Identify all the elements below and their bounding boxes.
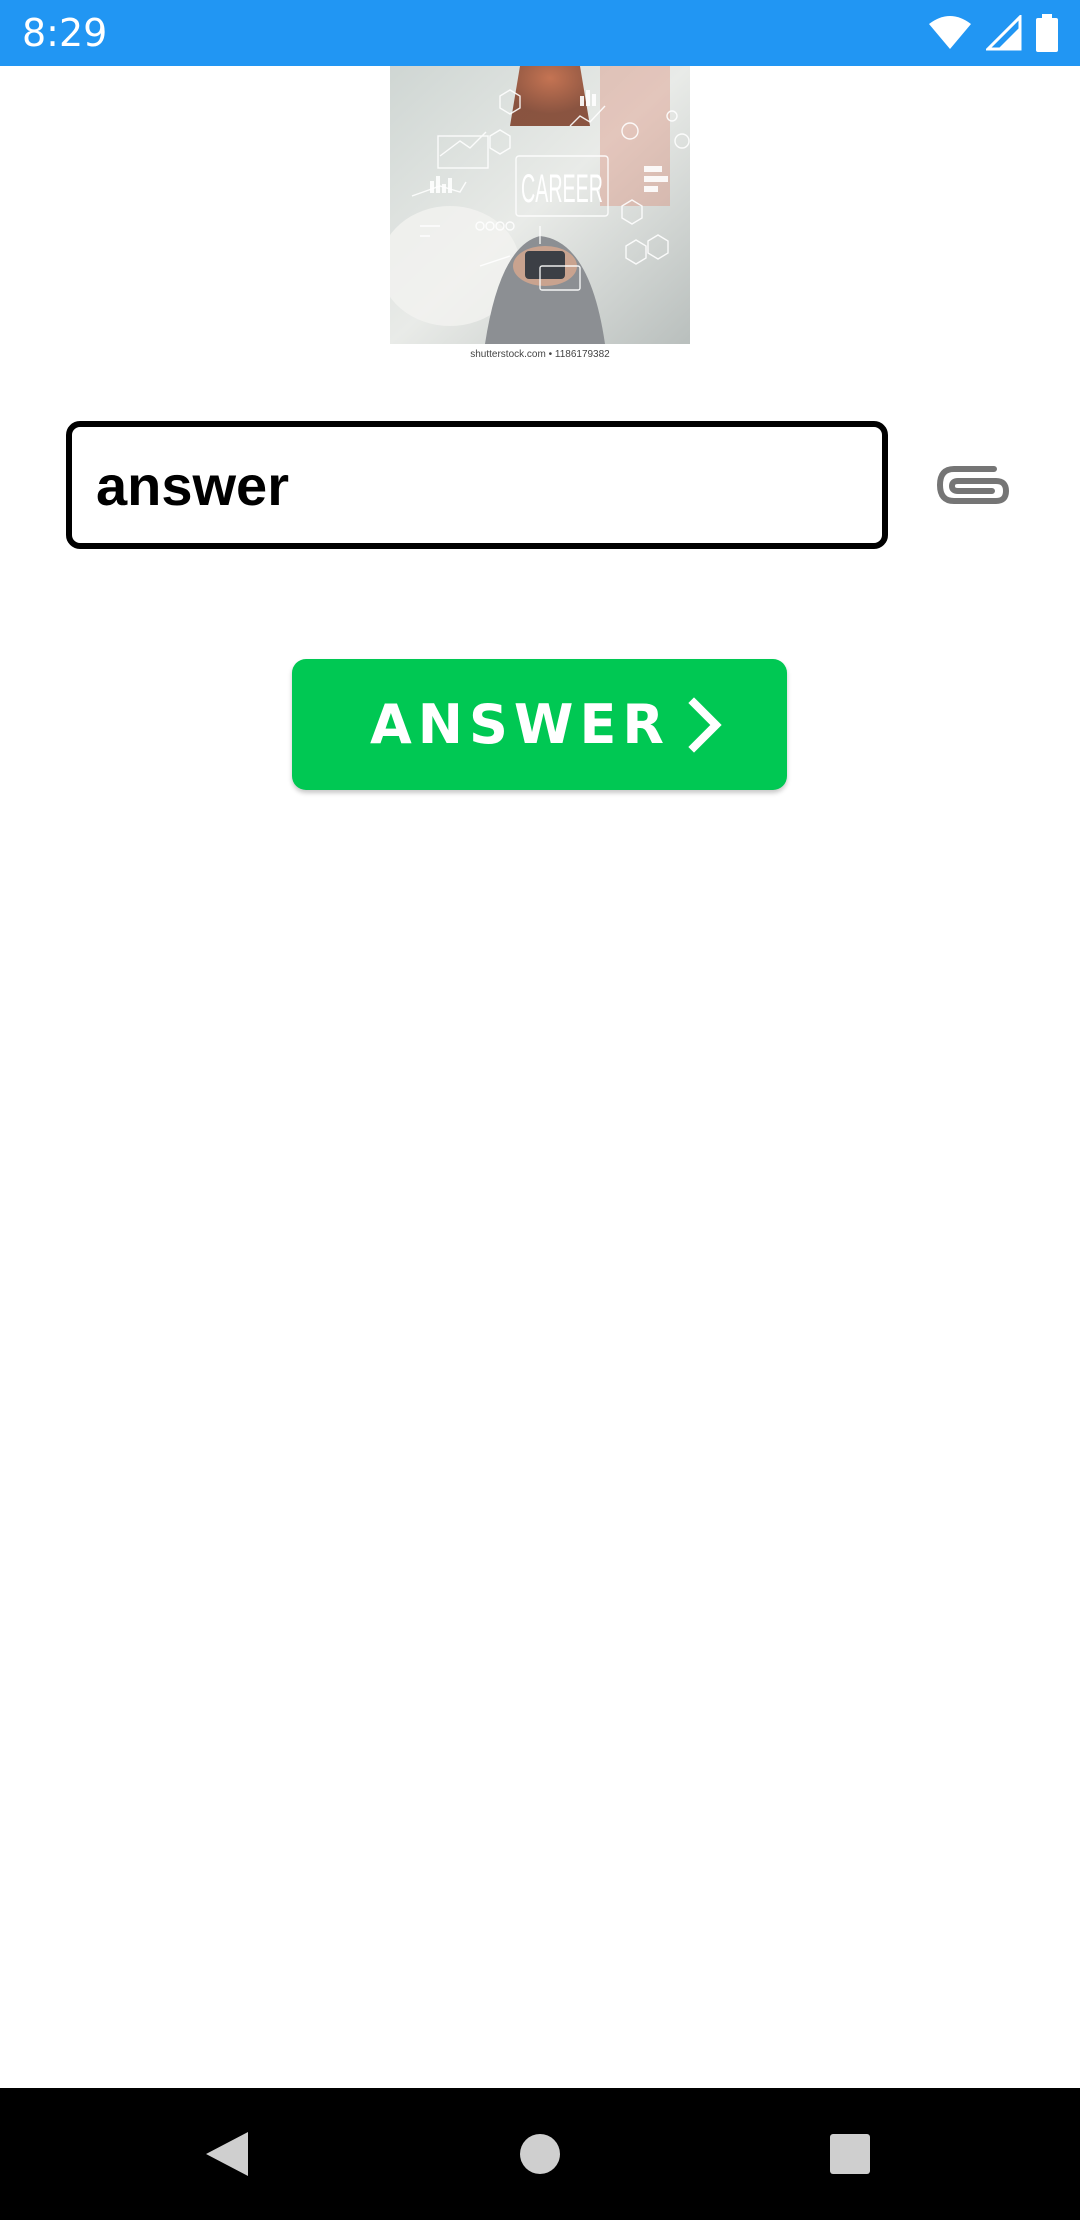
navigation-bar (0, 2088, 1080, 2220)
paperclip-icon[interactable] (934, 455, 1010, 515)
status-time: 8:29 (22, 11, 108, 55)
career-image: CAREER (390, 66, 690, 344)
chevron-right-icon (688, 697, 722, 753)
wifi-icon (929, 16, 971, 49)
status-bar: 8:29 (0, 0, 1080, 66)
recents-icon[interactable] (810, 2114, 890, 2194)
back-icon[interactable] (186, 2114, 266, 2194)
cellular-signal-icon (986, 15, 1022, 51)
battery-icon (1036, 14, 1058, 52)
status-icons (928, 13, 1058, 53)
answer-button-label: ANSWER (370, 693, 670, 756)
career-image-art: CAREER (390, 66, 690, 344)
image-caption: shutterstock.com • 1186179382 (470, 349, 610, 360)
screen: 8:29 CAREER shutterstock.com • 118617938… (0, 0, 1080, 2220)
answer-button[interactable]: ANSWER (292, 659, 787, 790)
answer-input[interactable] (66, 421, 888, 549)
career-overlay-text: CAREER (521, 167, 603, 211)
home-icon[interactable] (500, 2114, 580, 2194)
